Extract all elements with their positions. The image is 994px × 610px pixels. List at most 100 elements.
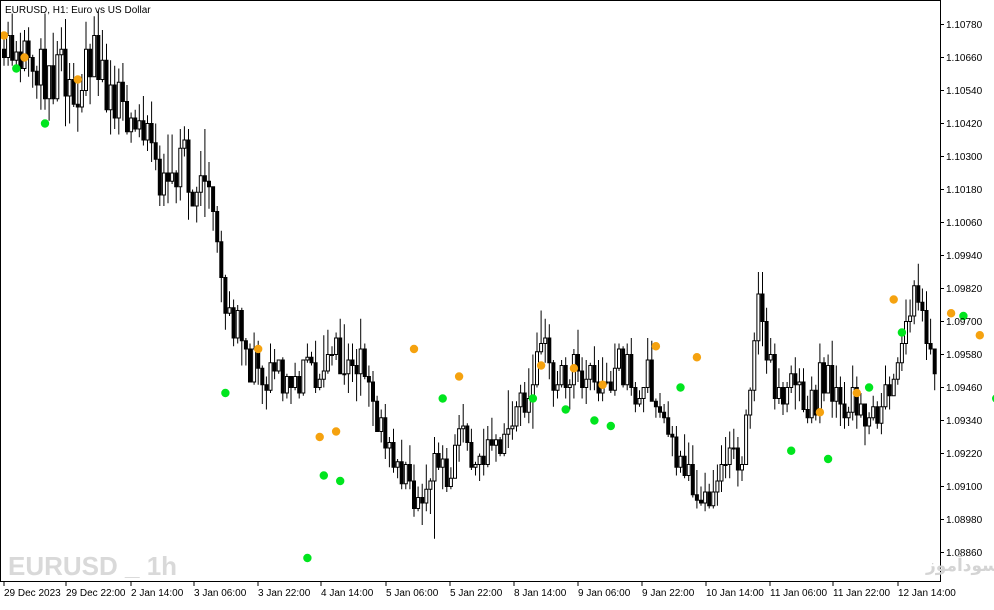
candle-body-bear	[231, 307, 236, 339]
candle-body-bull	[416, 497, 421, 509]
candle-body-bull	[198, 175, 203, 193]
chart-header: EURUSD, H1: Euro vs US Dollar	[5, 5, 151, 16]
y-tick-label: 1.10420	[946, 119, 983, 130]
sell-signal-dot	[0, 31, 9, 40]
y-tick-label: 1.10300	[946, 152, 983, 163]
candle-body-bear	[707, 491, 712, 507]
candle-body-bear	[133, 117, 138, 130]
candle-body-bull	[879, 406, 884, 424]
candle-body-bear	[469, 442, 474, 468]
candle-body-bull	[834, 387, 839, 402]
candle-body-bull	[67, 79, 72, 97]
candle-body-bear	[772, 354, 777, 399]
candle-body-bear	[219, 241, 224, 278]
candle-body-bull	[227, 307, 232, 314]
chart-background	[0, 0, 994, 605]
candle-body-bear	[202, 175, 207, 182]
y-tick-label: 1.10540	[946, 86, 983, 97]
candle-body-bear	[166, 172, 170, 182]
y-tick-label: 1.09940	[946, 251, 983, 262]
candle-body-bear	[674, 436, 679, 468]
candle-body-bear	[264, 384, 269, 391]
candle	[621, 346, 626, 388]
buy-signal-dot	[590, 416, 599, 425]
candle-body-bear	[592, 365, 597, 383]
candle-body-bull	[346, 359, 351, 375]
y-tick-label: 1.10180	[946, 185, 983, 196]
candle-body-bear	[694, 494, 699, 501]
candle-body-bull	[387, 442, 392, 449]
candle-body-bear	[63, 48, 68, 97]
candle-body-bull	[14, 51, 19, 61]
candle-body-bull	[727, 447, 732, 465]
candle-body-bull	[867, 417, 872, 427]
candle-body-bear	[830, 365, 835, 402]
candle-body-bull	[617, 348, 621, 369]
candle-body-bull	[731, 447, 736, 450]
candle-body-bear	[215, 211, 220, 243]
candle-body-bull	[305, 356, 310, 361]
candle-body-bear	[932, 348, 937, 375]
candle-body-bear	[375, 400, 380, 432]
candle-body-bear	[207, 180, 211, 188]
candle-body-bull	[461, 425, 466, 430]
candle-body-bull	[494, 439, 498, 446]
sell-signal-dot	[975, 331, 984, 340]
x-tick-label: 5 Jan 22:00	[450, 588, 503, 599]
candle-body-bull	[424, 488, 429, 504]
candle-body-bull	[448, 477, 453, 487]
candle-body-bull	[276, 359, 281, 372]
candle-body-bull	[785, 387, 790, 405]
chart-window[interactable]: 1.10780 1.10660 1.10540 1.10420 1.10300 1.101…	[0, 0, 994, 605]
candle	[362, 343, 367, 380]
candle-body-bull	[510, 425, 515, 430]
x-tick-label: 4 Jan 14:00	[321, 588, 374, 599]
candle-body-bear	[481, 455, 486, 465]
candle-body-bull	[182, 139, 187, 149]
candle-body-bull	[625, 354, 630, 386]
candle-body-bear	[658, 406, 662, 413]
candle-body-bull	[826, 365, 831, 394]
candle-body-bear	[313, 362, 318, 388]
candle-body-bear	[88, 48, 93, 78]
candle-body-bull	[588, 365, 593, 380]
candle-body-bull	[108, 84, 113, 111]
buy-signal-dot	[319, 471, 328, 480]
candle-body-bear	[547, 337, 552, 364]
y-tick-label: 1.08980	[946, 515, 983, 526]
candle-body-bear	[43, 48, 47, 100]
candle-body-bear	[621, 348, 626, 386]
candle-body-bear	[412, 480, 416, 509]
x-tick-label: 8 Jan 14:00	[514, 588, 567, 599]
watermark-symbol: EURUSD _ 1h	[8, 551, 177, 581]
candle-body-bear	[887, 384, 892, 397]
candle-body-bear	[260, 367, 265, 386]
candle-body-bear	[371, 381, 375, 402]
candle-body-bull	[612, 367, 617, 391]
candle-body-bull	[6, 35, 11, 58]
sell-signal-dot	[73, 75, 83, 84]
candle-body-bear	[670, 433, 675, 438]
candle-body-bear	[239, 310, 244, 342]
price-chart[interactable]: 1.10780 1.10660 1.10540 1.10420 1.10300 1.101…	[0, 0, 994, 605]
candle-body-bear	[120, 81, 125, 102]
candle-body-bear	[420, 497, 425, 504]
candle-body-bear	[174, 172, 179, 188]
candle-body-bear	[690, 464, 695, 496]
candle-body-bull	[871, 406, 876, 419]
candle-body-bull	[748, 389, 753, 416]
candle-body-bull	[891, 378, 896, 397]
y-tick-label: 1.10060	[946, 218, 983, 229]
x-tick-label: 9 Jan 06:00	[578, 588, 631, 599]
candle-body-bear	[399, 461, 404, 485]
x-tick-label: 3 Jan 06:00	[194, 588, 247, 599]
candle-body-bull	[379, 417, 384, 432]
candle-body-bull	[719, 464, 724, 482]
sell-signal-dot	[651, 342, 661, 351]
candle-body-bear	[838, 387, 843, 405]
candle-body-bull	[38, 48, 43, 86]
candle-body-bear	[391, 442, 396, 468]
candle-body-bear	[735, 447, 740, 471]
candle-body-bear	[362, 348, 367, 377]
sell-signal-dot	[889, 295, 898, 304]
